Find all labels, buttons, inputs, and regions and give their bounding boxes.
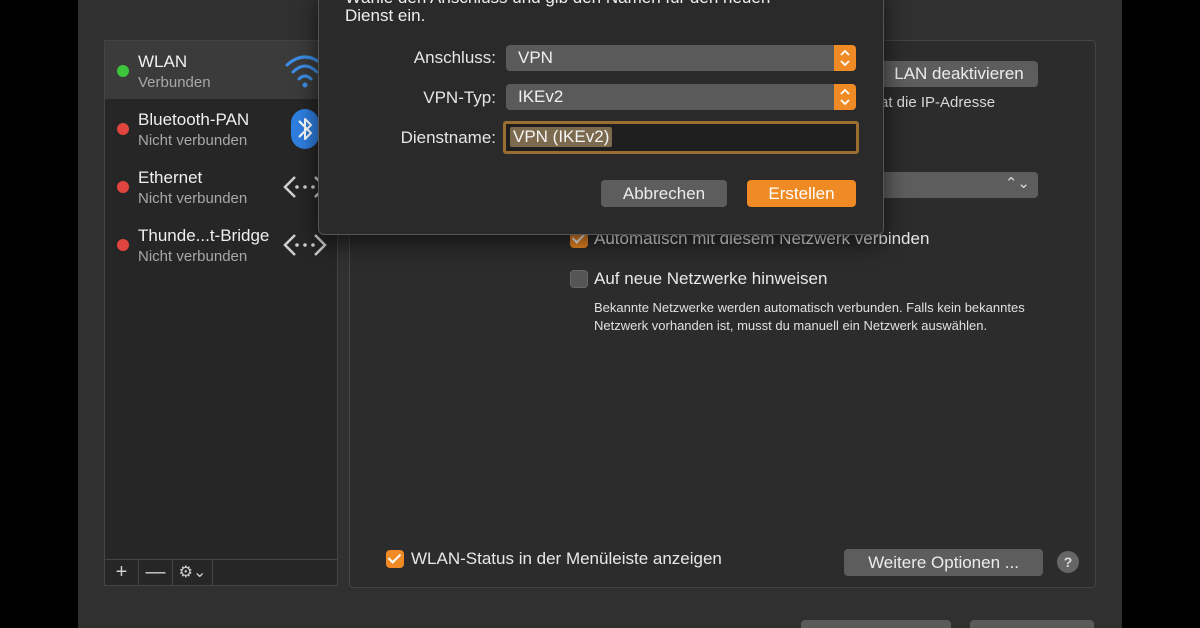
service-list-toolbar: + — ⚙︎⌄ xyxy=(105,559,337,585)
service-name-selected-text: VPN (IKEv2) xyxy=(510,127,613,147)
apply-button[interactable] xyxy=(970,620,1094,628)
network-name-popup[interactable]: ⌃⌄ xyxy=(880,172,1038,198)
service-item-thunderbolt-bridge[interactable]: Thunde...t-Bridge Nicht verbunden xyxy=(105,215,337,273)
service-name: Thunde...t-Bridge xyxy=(138,226,270,245)
ask-new-networks-label: Auf neue Netzwerke hinweisen xyxy=(594,269,828,288)
service-status: Nicht verbunden xyxy=(138,248,248,265)
status-dot xyxy=(117,239,129,251)
cancel-button[interactable]: Abbrechen xyxy=(601,180,727,207)
ip-address-text: at die IP-Adresse xyxy=(880,94,996,111)
sheet-intro-line2: Dienst ein. xyxy=(345,6,426,25)
more-options-button[interactable]: Weitere Optionen ... xyxy=(844,549,1043,576)
interface-popup[interactable]: VPN xyxy=(506,45,856,71)
help-button[interactable]: ? xyxy=(1057,551,1079,573)
add-service-button[interactable]: + xyxy=(105,560,139,585)
vpn-type-value: IKEv2 xyxy=(518,87,564,106)
service-name-input[interactable]: VPN (IKEv2) xyxy=(503,121,859,154)
chevron-updown-icon: ⌃⌄ xyxy=(1004,175,1030,192)
service-name-label: Dienstname: xyxy=(400,128,496,147)
interface-value: VPN xyxy=(518,48,553,67)
interface-label: Anschluss: xyxy=(413,48,496,67)
service-item-ethernet[interactable]: Ethernet Nicht verbunden xyxy=(105,157,337,215)
status-dot xyxy=(117,65,129,77)
vpn-type-label: VPN-Typ: xyxy=(423,88,496,107)
service-name: Ethernet xyxy=(138,168,203,187)
gear-menu-button[interactable]: ⚙︎⌄ xyxy=(173,560,213,585)
chevron-updown-icon xyxy=(834,45,856,71)
ask-new-networks-checkbox[interactable] xyxy=(570,270,588,288)
service-name: WLAN xyxy=(138,52,188,71)
status-dot xyxy=(117,181,129,193)
show-status-label: WLAN-Status in der Menüleiste anzeigen xyxy=(411,549,722,568)
service-list: WLAN Verbunden Bluetooth-PAN Nicht verbu… xyxy=(104,40,338,586)
status-dot xyxy=(117,123,129,135)
chevron-updown-icon xyxy=(834,84,856,110)
service-status: Nicht verbunden xyxy=(138,132,248,149)
create-button[interactable]: Erstellen xyxy=(747,180,856,207)
service-status: Nicht verbunden xyxy=(138,190,248,207)
service-status: Verbunden xyxy=(138,74,211,91)
vpn-type-popup[interactable]: IKEv2 xyxy=(506,84,856,110)
service-name: Bluetooth-PAN xyxy=(138,110,250,129)
show-status-checkbox[interactable] xyxy=(386,550,404,568)
revert-button[interactable] xyxy=(801,620,951,628)
remove-service-button[interactable]: — xyxy=(139,560,173,585)
auto-join-hint: Bekannte Netzwerke werden automatisch ve… xyxy=(594,300,1025,333)
toggle-wlan-button[interactable]: LAN deaktivieren xyxy=(880,61,1038,87)
